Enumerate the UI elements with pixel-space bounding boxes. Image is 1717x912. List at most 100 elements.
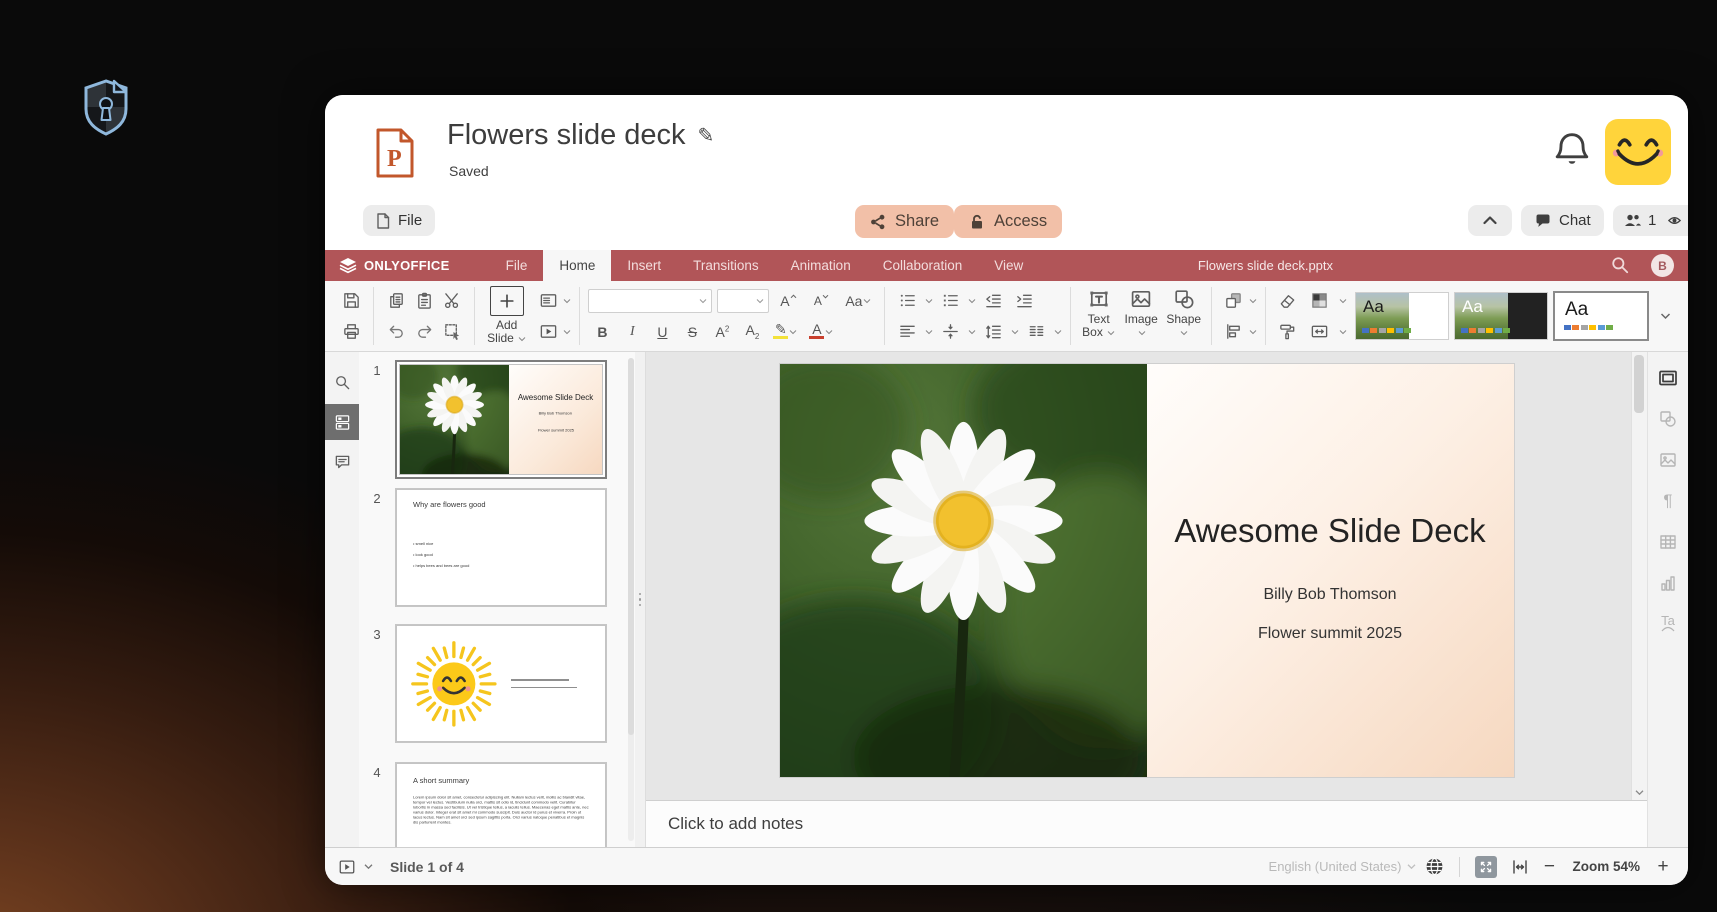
increase-indent-button[interactable]	[1010, 289, 1038, 313]
numbering-button[interactable]	[936, 289, 964, 313]
start-slideshow-button[interactable]	[534, 320, 562, 344]
align-shapes-button[interactable]	[1220, 320, 1248, 344]
language-selector[interactable]: English (United States)	[1269, 859, 1402, 874]
zoom-out-button[interactable]: −	[1540, 856, 1558, 878]
horizontal-align-button[interactable]	[893, 320, 921, 344]
slides-panel-button[interactable]	[325, 404, 359, 440]
theme-option-photo-dark[interactable]: Aa	[1454, 292, 1548, 340]
paragraph-settings-button[interactable]: ¶	[1653, 489, 1683, 513]
bullets-button[interactable]	[893, 289, 921, 313]
underline-button[interactable]: U	[648, 320, 676, 344]
image-settings-button[interactable]	[1653, 448, 1683, 472]
font-color-button[interactable]: A	[804, 320, 838, 344]
slide-thumbnail-2[interactable]: Why are flowers good • smell nice • look…	[395, 488, 607, 607]
bold-button[interactable]: B	[588, 320, 616, 344]
increase-font-button[interactable]: A	[774, 289, 802, 313]
vertical-align-button[interactable]	[936, 320, 964, 344]
redo-button[interactable]	[410, 320, 438, 344]
insert-shape-button[interactable]: Shape	[1162, 281, 1205, 351]
numbering-caret[interactable]	[968, 298, 976, 304]
tab-collaboration[interactable]: Collaboration	[867, 250, 979, 281]
layout-dropdown-caret[interactable]	[563, 298, 571, 304]
save-button[interactable]	[337, 289, 365, 313]
slide-canvas[interactable]: Awesome Slide Deck Billy Bob Thomson Flo…	[646, 352, 1647, 800]
file-button[interactable]: File	[363, 205, 435, 236]
table-settings-button[interactable]	[1653, 530, 1683, 554]
slide-size-caret[interactable]	[1339, 329, 1347, 335]
spellcheck-globe-icon[interactable]	[1425, 857, 1444, 876]
find-panel-button[interactable]	[325, 364, 359, 400]
thumbnails-scrollbar[interactable]	[628, 358, 634, 841]
slide-layout-button[interactable]	[534, 289, 562, 313]
slide-author[interactable]: Billy Bob Thomson	[1263, 586, 1396, 604]
strikethrough-button[interactable]: S	[678, 320, 706, 344]
scrollbar-thumb[interactable]	[1634, 355, 1644, 413]
slide-thumbnail-3[interactable]	[395, 624, 607, 743]
font-size-select[interactable]	[717, 289, 769, 313]
color-scheme-button[interactable]	[1306, 289, 1334, 313]
slide-title[interactable]: Awesome Slide Deck	[1174, 512, 1485, 550]
canvas-scrollbar[interactable]	[1631, 352, 1647, 800]
current-slide[interactable]: Awesome Slide Deck Billy Bob Thomson Flo…	[780, 364, 1514, 777]
arrange-caret[interactable]	[1249, 298, 1257, 304]
tab-insert[interactable]: Insert	[611, 250, 677, 281]
start-slideshow-status-button[interactable]	[337, 858, 357, 876]
slide-thumbnail-1[interactable]: Awesome Slide Deck Billy Bob Thomson Flo…	[395, 360, 607, 479]
cut-button[interactable]	[438, 289, 466, 313]
align-caret[interactable]	[925, 329, 933, 335]
tab-transitions[interactable]: Transitions	[677, 250, 775, 281]
columns-button[interactable]	[1022, 320, 1050, 344]
print-button[interactable]	[337, 320, 365, 344]
highlight-color-button[interactable]: ✎	[768, 320, 802, 344]
arrange-shapes-button[interactable]	[1220, 289, 1248, 313]
notes-area[interactable]: Click to add notes	[646, 800, 1647, 847]
fit-to-slide-button[interactable]	[1475, 856, 1497, 878]
theme-option-blank-selected[interactable]: Aa	[1553, 291, 1649, 341]
insert-textbox-button[interactable]: Text Box	[1077, 281, 1120, 351]
align-shapes-caret[interactable]	[1249, 329, 1257, 335]
user-avatar[interactable]	[1605, 119, 1671, 185]
spacing-caret[interactable]	[1011, 329, 1019, 335]
access-button[interactable]: Access	[954, 205, 1062, 238]
tab-view[interactable]: View	[978, 250, 1039, 281]
fit-to-width-button[interactable]	[1510, 857, 1530, 877]
tab-home[interactable]: Home	[543, 250, 611, 281]
slide-thumbnail-4[interactable]: A short summary Lorem ipsum dolor sit am…	[395, 762, 607, 847]
change-case-button[interactable]: Aa	[840, 289, 876, 313]
rename-pencil-icon[interactable]: ✎	[698, 123, 715, 148]
insert-image-button[interactable]: Image	[1120, 281, 1163, 351]
copy-style-button[interactable]	[1274, 320, 1302, 344]
undo-button[interactable]	[382, 320, 410, 344]
search-icon[interactable]	[1610, 255, 1630, 275]
notifications-bell-icon[interactable]	[1555, 131, 1589, 169]
tab-file[interactable]: File	[490, 250, 544, 281]
language-caret[interactable]	[1407, 863, 1416, 870]
decrease-indent-button[interactable]	[979, 289, 1007, 313]
shape-settings-button[interactable]	[1653, 407, 1683, 431]
subscript-button[interactable]: A2	[738, 320, 766, 344]
slideshow-dropdown-caret[interactable]	[563, 329, 571, 335]
valign-caret[interactable]	[968, 329, 976, 335]
color-scheme-caret[interactable]	[1339, 298, 1347, 304]
daisy-photo[interactable]	[780, 364, 1147, 777]
columns-caret[interactable]	[1054, 329, 1062, 335]
theme-option-photo-light[interactable]: Aa	[1355, 292, 1449, 340]
slide-event[interactable]: Flower summit 2025	[1258, 625, 1402, 643]
more-themes-button[interactable]	[1654, 293, 1678, 339]
connected-users-button[interactable]: 1 0	[1613, 205, 1688, 236]
tab-animation[interactable]: Animation	[775, 250, 867, 281]
text-art-settings-button[interactable]: Ta	[1653, 612, 1683, 636]
scroll-down-button[interactable]	[1633, 786, 1645, 798]
slide-size-button[interactable]	[1306, 320, 1334, 344]
chart-settings-button[interactable]	[1653, 571, 1683, 595]
zoom-in-button[interactable]: +	[1654, 856, 1672, 878]
chat-button[interactable]: Chat	[1521, 205, 1604, 236]
menubar-user-avatar[interactable]: B	[1651, 254, 1674, 277]
decrease-font-button[interactable]: A	[807, 289, 835, 313]
clear-style-button[interactable]	[1274, 289, 1302, 313]
share-button[interactable]: Share	[855, 205, 954, 238]
comments-panel-button[interactable]	[325, 444, 359, 480]
copy-button[interactable]	[382, 289, 410, 313]
bullets-caret[interactable]	[925, 298, 933, 304]
superscript-button[interactable]: A2	[708, 320, 736, 344]
